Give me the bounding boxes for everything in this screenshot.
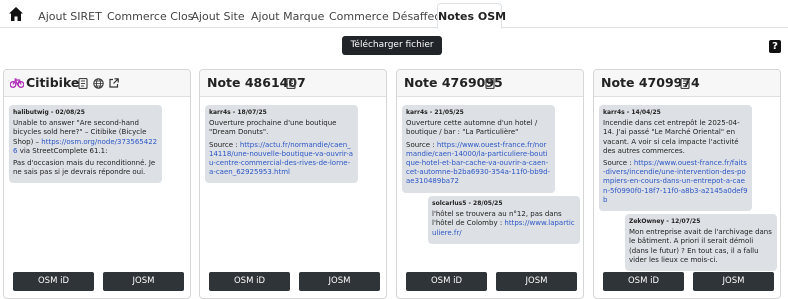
card-title: Citibike [26, 75, 80, 90]
external-link-icon[interactable] [109, 78, 119, 88]
card-header: Note 4861407 [200, 70, 386, 97]
globe-icon[interactable] [93, 78, 104, 89]
message-text: Mon entreprise avait de l'archivage dans… [629, 228, 772, 264]
tab-ajout-siret[interactable]: Ajout SIRET [36, 3, 104, 28]
message-author-date: halibutwig - 02/08/25 [13, 109, 85, 116]
bicycle-icon [10, 78, 24, 88]
message-text: Pas d'occasion mais du reconditionné. Je… [13, 159, 156, 177]
josm-button[interactable]: JOSM [299, 272, 380, 291]
note-reply: solcarlus5 - 28/05/25 l'hôtel se trouver… [428, 196, 580, 244]
message-text: via StreetComplete 61.1: [17, 146, 108, 155]
message-author-date: ZekOwney - 12/07/25 [629, 218, 701, 225]
help-icon[interactable]: ? [769, 40, 781, 53]
tab-ajout-site[interactable]: Ajout Site [190, 3, 246, 28]
note-message: karr4s - 21/05/25 Ouverture cette automn… [402, 105, 555, 193]
tab-commerce-clos[interactable]: Commerce Clos [106, 3, 193, 28]
note-card: Citibike halibutwig - 02/08/25 Unable to… [3, 69, 191, 299]
note-card: Note 4709974 karr4s - 14/04/25 Incendie … [593, 69, 781, 299]
osm-id-button[interactable]: OSM iD [603, 272, 684, 291]
osm-id-button[interactable]: OSM iD [13, 272, 94, 291]
tab-notes-osm[interactable]: Notes OSM [437, 3, 506, 29]
notes-icon[interactable] [78, 78, 88, 89]
card-header: Note 4769095 [397, 70, 583, 97]
home-icon[interactable] [8, 6, 24, 22]
source-label: Source : [406, 140, 437, 149]
download-kml-button[interactable]: Télécharger fichier KML [342, 36, 442, 69]
note-card: Note 4769095 karr4s - 21/05/25 Ouverture… [396, 69, 584, 299]
notes-icon[interactable] [286, 78, 296, 89]
note-message: karr4s - 18/07/25 Ouverture prochaine d'… [205, 105, 358, 184]
message-author-date: karr4s - 21/05/25 [406, 109, 464, 116]
source-label: Source : [603, 159, 634, 168]
note-card: Note 4861407 karr4s - 18/07/25 Ouverture… [199, 69, 387, 299]
message-author-date: karr4s - 14/04/25 [603, 109, 661, 116]
card-header: Citibike [4, 70, 190, 97]
message-text: Ouverture cette automne d'un hotel / bou… [406, 119, 538, 137]
message-text: Ouverture prochaine d'une boutique "Drea… [209, 119, 337, 137]
note-message: halibutwig - 02/08/25 Unable to answer "… [9, 105, 162, 184]
josm-button[interactable]: JOSM [103, 272, 184, 291]
source-label: Source : [209, 140, 240, 149]
note-reply: ZekOwney - 12/07/25 Mon entreprise avait… [625, 214, 777, 272]
osm-id-button[interactable]: OSM iD [406, 272, 487, 291]
osm-id-button[interactable]: OSM iD [209, 272, 290, 291]
tab-commerce-desaffecte[interactable]: Commerce Désaffecté [328, 3, 451, 28]
message-text: Incendie dans cet entrepôt le 2025-04-14… [603, 119, 740, 155]
notes-icon[interactable] [485, 78, 495, 89]
josm-button[interactable]: JOSM [693, 272, 774, 291]
notes-icon[interactable] [680, 78, 690, 89]
note-message: karr4s - 14/04/25 Incendie dans cet entr… [599, 105, 752, 212]
message-author-date: solcarlus5 - 28/05/25 [432, 200, 503, 207]
tab-bar: Ajout SIRET Commerce Clos Ajout Site Ajo… [0, 0, 788, 29]
message-author-date: karr4s - 18/07/25 [209, 109, 267, 116]
josm-button[interactable]: JOSM [496, 272, 577, 291]
card-header: Note 4709974 [594, 70, 780, 97]
tab-ajout-marque[interactable]: Ajout Marque [250, 3, 324, 28]
